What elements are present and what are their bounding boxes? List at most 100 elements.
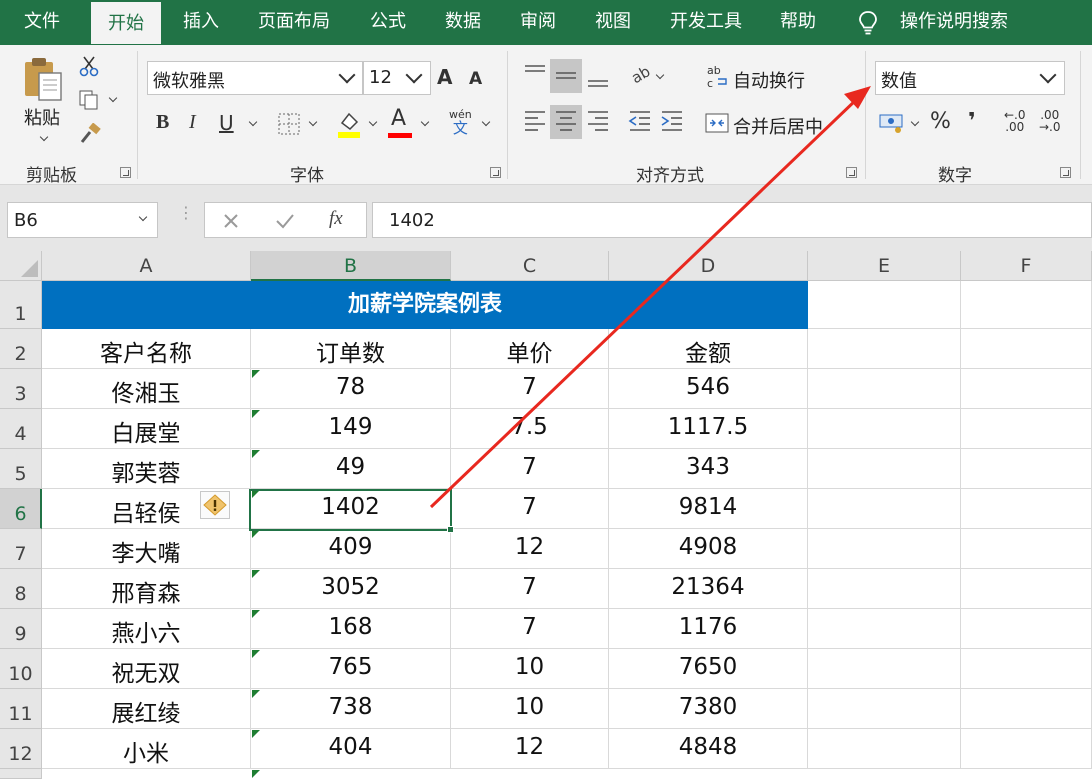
chevron-down-icon[interactable]: [369, 118, 377, 126]
cell-a3[interactable]: 佟湘玉: [42, 369, 251, 409]
row-header-3[interactable]: 3: [0, 369, 42, 409]
cell-c10[interactable]: 10: [451, 649, 609, 689]
cell-c8[interactable]: 7: [451, 569, 609, 609]
enter-check-icon[interactable]: [275, 212, 295, 230]
cell-d5[interactable]: 343: [609, 449, 808, 489]
chevron-down-icon[interactable]: [656, 71, 664, 79]
row-header-4[interactable]: 4: [0, 409, 42, 449]
cell-c4[interactable]: 7.5: [451, 409, 609, 449]
underline-button[interactable]: U: [219, 111, 234, 135]
cell-e3[interactable]: [808, 369, 961, 409]
cell-f2[interactable]: [961, 329, 1092, 369]
align-middle-button[interactable]: [550, 59, 582, 93]
cell-b8[interactable]: 3052: [251, 569, 451, 609]
grow-font-button[interactable]: A: [437, 65, 452, 89]
decrease-decimal-button[interactable]: .00 →.0: [1039, 109, 1061, 133]
cell-b12[interactable]: 404: [251, 729, 451, 769]
row-header-6[interactable]: 6: [0, 489, 42, 529]
increase-decimal-button[interactable]: ←.0 .00: [1004, 109, 1026, 133]
comma-style-button[interactable]: ❜: [968, 109, 976, 134]
row-header-13[interactable]: [0, 769, 42, 779]
fill-handle[interactable]: [447, 526, 454, 533]
paste-button[interactable]: 粘贴: [24, 104, 60, 130]
phonetic-guide-button[interactable]: wén 文: [449, 109, 472, 137]
cell-d9[interactable]: 1176: [609, 609, 808, 649]
cell-f4[interactable]: [961, 409, 1092, 449]
shrink-font-button[interactable]: A: [469, 69, 482, 89]
chevron-down-icon[interactable]: [249, 118, 257, 126]
sheet-title-cell[interactable]: 加薪学院案例表: [42, 281, 808, 329]
chevron-down-icon[interactable]: [40, 133, 48, 141]
cell-c3[interactable]: 7: [451, 369, 609, 409]
tab-help[interactable]: 帮助: [763, 0, 833, 45]
align-center-button[interactable]: [550, 105, 582, 139]
tab-data[interactable]: 数据: [427, 0, 499, 45]
cell-e8[interactable]: [808, 569, 961, 609]
cell-b4[interactable]: 149: [251, 409, 451, 449]
row-header-9[interactable]: 9: [0, 609, 42, 649]
column-header-f[interactable]: F: [961, 251, 1092, 281]
chevron-down-icon[interactable]: [482, 118, 490, 126]
cell-b11[interactable]: 738: [251, 689, 451, 729]
percent-style-button[interactable]: %: [930, 109, 951, 134]
chevron-down-icon[interactable]: [1040, 67, 1057, 84]
row-header-11[interactable]: 11: [0, 689, 42, 729]
tab-file[interactable]: 文件: [0, 0, 84, 45]
cell-e6[interactable]: [808, 489, 961, 529]
orientation-icon[interactable]: ab: [628, 61, 654, 87]
increase-indent-icon[interactable]: [659, 108, 685, 134]
merge-center-icon[interactable]: [704, 112, 730, 134]
column-header-c[interactable]: C: [451, 251, 609, 281]
cell-e7[interactable]: [808, 529, 961, 569]
cell-c11[interactable]: 10: [451, 689, 609, 729]
cell-b10[interactable]: 765: [251, 649, 451, 689]
cell-f1[interactable]: [961, 281, 1092, 329]
cell-a10[interactable]: 祝无双: [42, 649, 251, 689]
currency-format-icon[interactable]: [878, 112, 906, 134]
cell-c7[interactable]: 12: [451, 529, 609, 569]
bold-button[interactable]: B: [156, 111, 169, 134]
number-format-combo[interactable]: 数值: [875, 61, 1065, 95]
paste-icon[interactable]: [22, 55, 64, 103]
italic-button[interactable]: I: [189, 111, 196, 134]
cell-c5[interactable]: 7: [451, 449, 609, 489]
cell-d6[interactable]: 9814: [609, 489, 808, 529]
cell-a11[interactable]: 展红绫: [42, 689, 251, 729]
cell-f10[interactable]: [961, 649, 1092, 689]
cell-e5[interactable]: [808, 449, 961, 489]
cell-c2[interactable]: 单价: [451, 329, 609, 369]
cell-f12[interactable]: [961, 729, 1092, 769]
cell-e1[interactable]: [808, 281, 961, 329]
chevron-down-icon[interactable]: [139, 213, 147, 221]
cell-e2[interactable]: [808, 329, 961, 369]
dialog-launcher-icon[interactable]: [490, 167, 501, 178]
cell-d10[interactable]: 7650: [609, 649, 808, 689]
cell-e12[interactable]: [808, 729, 961, 769]
cell-e4[interactable]: [808, 409, 961, 449]
align-bottom-icon[interactable]: [585, 61, 611, 91]
cell-b3[interactable]: 78: [251, 369, 451, 409]
cell-f6[interactable]: [961, 489, 1092, 529]
font-size-combo[interactable]: 12: [363, 61, 431, 95]
cell-e9[interactable]: [808, 609, 961, 649]
cell-b7[interactable]: 409: [251, 529, 451, 569]
column-header-b[interactable]: B: [251, 251, 451, 281]
chevron-down-icon[interactable]: [406, 67, 423, 84]
merge-center-button[interactable]: 合并后居中: [733, 113, 823, 139]
align-right-icon[interactable]: [585, 108, 611, 134]
row-header-12[interactable]: 12: [0, 729, 42, 769]
cell-b5[interactable]: 49: [251, 449, 451, 489]
row-header-2[interactable]: 2: [0, 329, 42, 369]
decrease-indent-icon[interactable]: [627, 108, 653, 134]
fill-color-icon[interactable]: [336, 109, 362, 139]
cell-b2[interactable]: 订单数: [251, 329, 451, 369]
tab-view[interactable]: 视图: [577, 0, 649, 45]
tab-developer[interactable]: 开发工具: [654, 0, 758, 45]
row-header-5[interactable]: 5: [0, 449, 42, 489]
cell-a2[interactable]: 客户名称: [42, 329, 251, 369]
borders-icon[interactable]: [277, 112, 301, 136]
cell-e10[interactable]: [808, 649, 961, 689]
name-box[interactable]: B6: [7, 202, 158, 238]
cell-a4[interactable]: 白展堂: [42, 409, 251, 449]
cell-f9[interactable]: [961, 609, 1092, 649]
